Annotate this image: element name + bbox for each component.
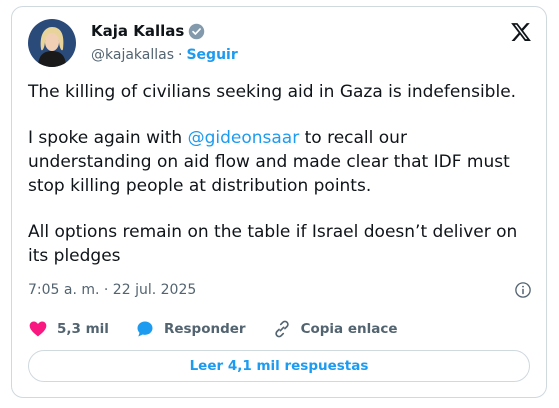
tweet-paragraph-3: All options remain on the table if Israe… [28, 222, 518, 266]
like-count: 5,3 mil [57, 321, 109, 337]
follow-button[interactable]: Seguir [186, 47, 237, 63]
mention-link[interactable]: @gideonsaar [188, 128, 300, 148]
x-logo-icon[interactable] [510, 21, 532, 43]
author-name[interactable]: Kaja Kallas [91, 22, 205, 40]
reply-bubble-icon [137, 321, 153, 337]
tweet-paragraph-2: I spoke again with @gideonsaar to recall… [28, 126, 533, 198]
like-button[interactable]: 5,3 mil [28, 319, 109, 339]
action-bar: 5,3 mil Responder Copia enlace [28, 319, 424, 339]
tweet-text: The killing of civilians seeking aid in … [28, 80, 533, 290]
copy-link-label: Copia enlace [300, 321, 398, 337]
author-name-text[interactable]: Kaja Kallas [91, 22, 184, 40]
link-icon [274, 320, 289, 338]
tweet-card: Kaja Kallas @kajakallas · Seguir The kil… [11, 6, 547, 398]
handle-row: @kajakallas · Seguir [91, 47, 238, 63]
tweet-timestamp[interactable]: 7:05 a. m. · 22 jul. 2025 [28, 282, 196, 298]
tweet-p2-before: I spoke again with [28, 128, 188, 148]
info-icon[interactable] [514, 281, 532, 299]
reply-button[interactable]: Responder [135, 319, 246, 339]
read-replies-button[interactable]: Leer 4,1 mil respuestas [28, 350, 530, 382]
heart-icon [29, 321, 47, 337]
author-handle[interactable]: @kajakallas [91, 47, 174, 63]
copy-link-button[interactable]: Copia enlace [272, 319, 398, 339]
reply-label: Responder [163, 321, 246, 337]
avatar[interactable] [28, 19, 76, 67]
tweet-line-1: The killing of civilians seeking aid in … [28, 82, 517, 102]
separator-dot: · [178, 47, 183, 63]
verified-badge-icon [189, 23, 205, 39]
